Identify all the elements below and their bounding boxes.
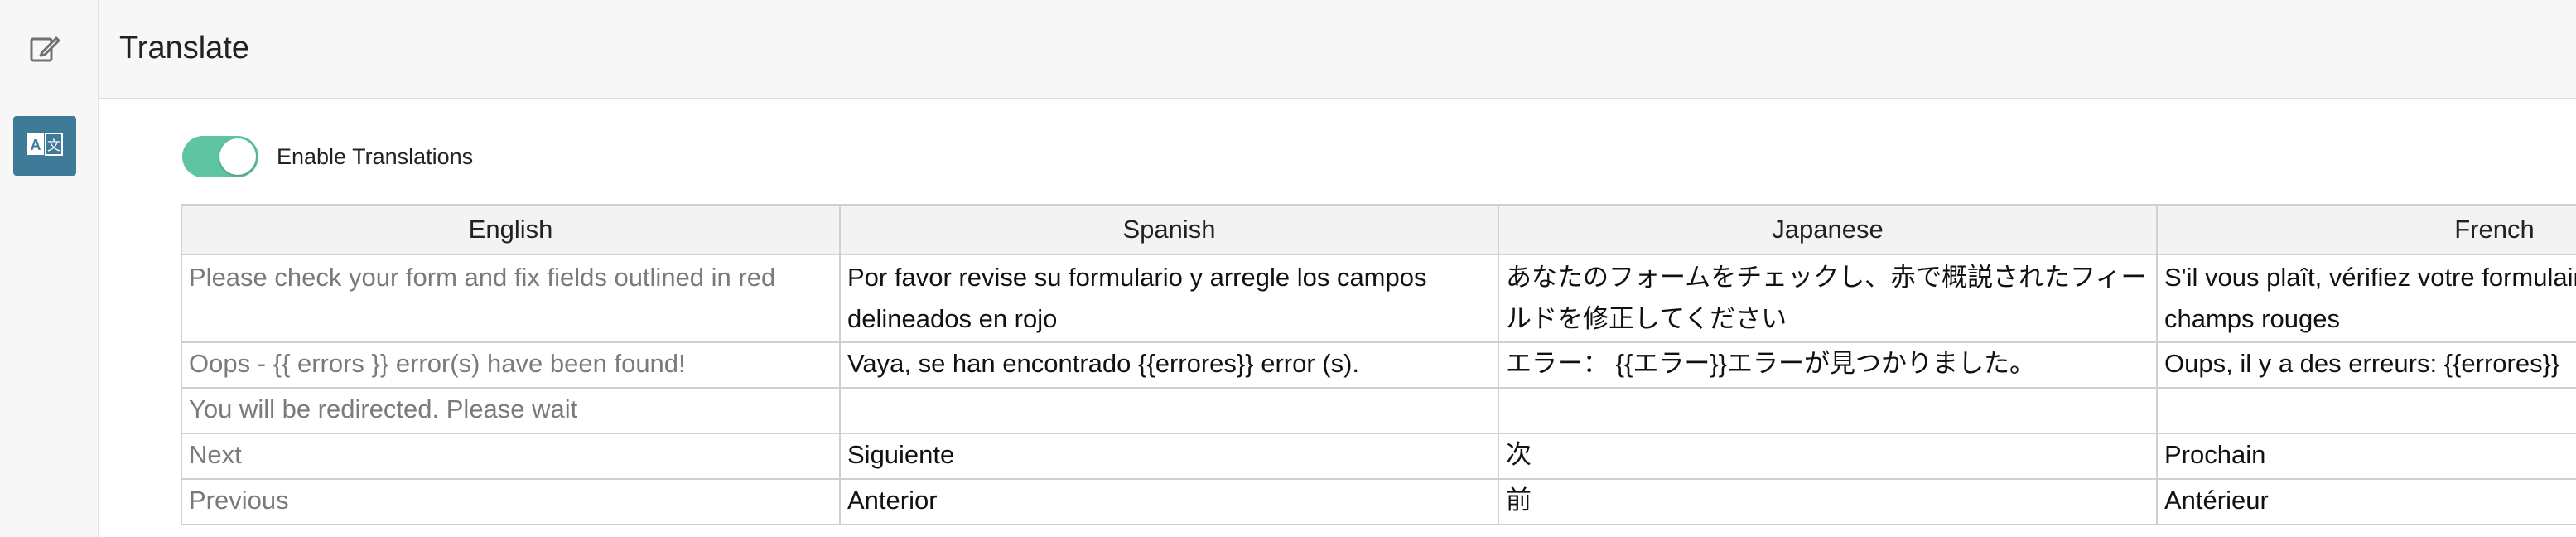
translation-cell[interactable]: 前	[1498, 478, 2158, 525]
edit-icon	[28, 31, 61, 69]
translate-icon-glyph-right: 文	[47, 138, 60, 153]
table-row: You will be redirected. Please wait	[181, 387, 2576, 434]
source-cell: Next	[181, 433, 841, 480]
table-row: Next Siguiente 次 Prochain	[181, 433, 2576, 480]
translation-cell[interactable]: Anterior	[839, 478, 1499, 525]
translate-icon-glyph-left: A	[31, 137, 41, 153]
column-header-spanish: Spanish	[839, 204, 1499, 255]
enable-translations-row: Enable Translations	[182, 136, 473, 177]
translation-cell[interactable]: 次	[1498, 433, 2158, 480]
page-header: Translate	[99, 0, 2576, 99]
source-cell: Oops - {{ errors }} error(s) have been f…	[181, 341, 841, 389]
toggle-knob	[219, 138, 256, 175]
rail-item-translate[interactable]: A 文	[13, 116, 76, 176]
translation-cell[interactable]: Oups, il y a des erreurs: {{errores}}	[2156, 341, 2576, 389]
page-title: Translate	[119, 31, 249, 65]
translation-cell[interactable]: Siguiente	[839, 433, 1499, 480]
translate-app: A 文 Translate Enable Translations Englis…	[0, 0, 2576, 537]
enable-translations-toggle[interactable]	[182, 136, 258, 177]
rail-item-edit[interactable]	[13, 20, 76, 80]
translation-cell[interactable]: エラー： {{エラー}}エラーが見つかりました。	[1498, 341, 2158, 389]
translation-cell[interactable]	[839, 387, 1499, 434]
source-cell: Previous	[181, 478, 841, 525]
translation-cell[interactable]	[1498, 387, 2158, 434]
translations-table: English Spanish Japanese French Please c…	[181, 204, 2576, 525]
column-header-french: French	[2156, 204, 2576, 255]
translation-cell[interactable]	[2156, 387, 2576, 434]
translation-cell[interactable]: Prochain	[2156, 433, 2576, 480]
source-cell: You will be redirected. Please wait	[181, 387, 841, 434]
translation-cell[interactable]: S'il vous plaît, vérifiez votre formulai…	[2156, 254, 2576, 343]
column-header-english: English	[181, 204, 841, 255]
table-row: Please check your form and fix fields ou…	[181, 254, 2576, 343]
translate-icon: A 文	[27, 132, 63, 160]
translation-cell[interactable]: Vaya, se han encontrado {{errores}} erro…	[839, 341, 1499, 389]
source-cell: Please check your form and fix fields ou…	[181, 254, 841, 343]
table-row: Previous Anterior 前 Antérieur	[181, 478, 2576, 525]
table-header-row: English Spanish Japanese French	[181, 204, 2576, 255]
table-row: Oops - {{ errors }} error(s) have been f…	[181, 341, 2576, 389]
translation-cell[interactable]: Antérieur	[2156, 478, 2576, 525]
translation-cell[interactable]: あなたのフォームをチェックし、赤で概説されたフィールドを修正してください	[1498, 254, 2158, 343]
enable-translations-label: Enable Translations	[277, 143, 474, 169]
translation-cell[interactable]: Por favor revise su formulario y arregle…	[839, 254, 1499, 343]
translations-table-container[interactable]: English Spanish Japanese French Please c…	[181, 204, 2576, 537]
left-rail: A 文	[0, 0, 99, 537]
column-header-japanese: Japanese	[1498, 204, 2158, 255]
